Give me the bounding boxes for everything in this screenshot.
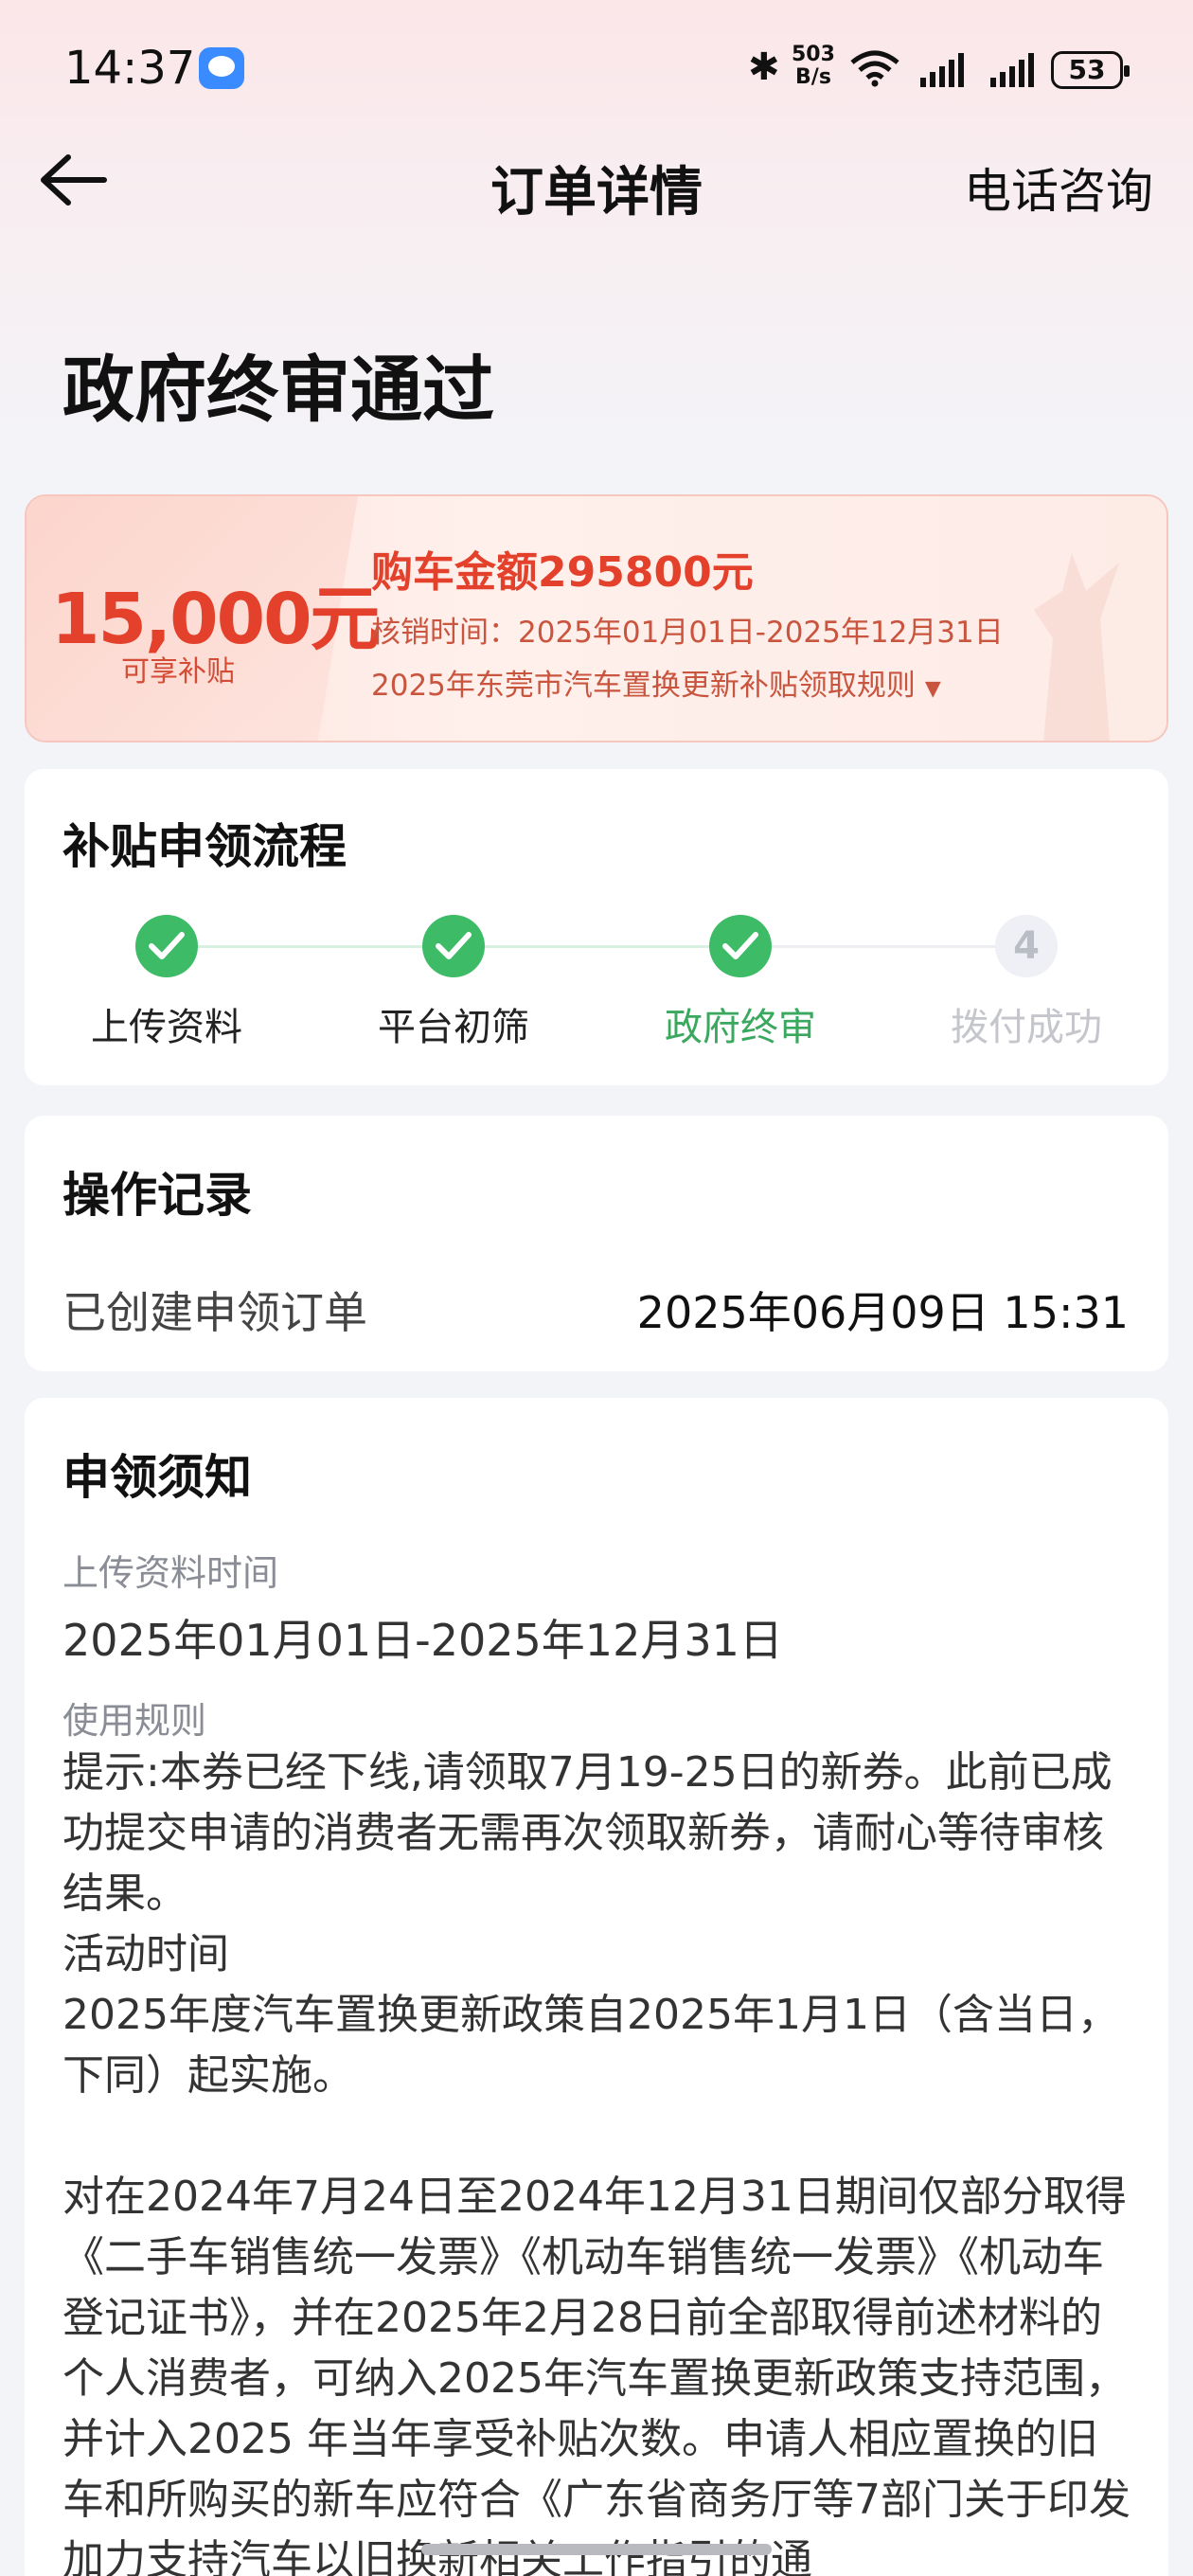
record-label: 已创建申领订单 — [62, 1287, 367, 1338]
step-connector-3 — [740, 945, 1026, 948]
upload-time-value: 2025年01月01日-2025年12月31日 — [62, 1615, 783, 1666]
step-connector-1 — [167, 945, 454, 948]
step-done-check-icon — [422, 915, 485, 977]
signal-icon-sim1 — [920, 53, 964, 87]
home-indicator[interactable] — [421, 2544, 772, 2555]
message-app-icon — [199, 47, 244, 89]
notice-title: 申领须知 — [62, 1450, 252, 1505]
step-label: 平台初筛 — [378, 1006, 529, 1049]
step-label-active: 政府终审 — [665, 1006, 816, 1049]
signal-icon-sim2 — [990, 53, 1034, 87]
phone-consult-button[interactable]: 电话咨询 — [964, 153, 1153, 222]
rules-text: 提示:本券已经下线,请领取7月19-25日的新券。此前已成功提交申请的消费者无需… — [62, 1748, 1131, 2576]
subsidy-amount-label: 可享补贴 — [121, 655, 235, 689]
rules-label: 使用规则 — [62, 1700, 207, 1742]
step-label: 上传资料 — [91, 1006, 242, 1049]
writeoff-period: 核销时间：2025年01月01日-2025年12月31日 — [371, 616, 1004, 650]
order-status-title: 政府终审通过 — [62, 348, 494, 432]
step-done-check-icon — [135, 915, 198, 977]
step-connector-2 — [454, 945, 740, 948]
triangle-down-icon: ▼ — [924, 677, 941, 701]
status-time: 14:37 — [64, 42, 196, 95]
landmark-illustration-icon — [1034, 553, 1119, 741]
record-time: 2025年06月09日 15:31 — [636, 1287, 1129, 1338]
back-arrow-icon[interactable] — [38, 152, 110, 208]
battery-indicator: 53 — [1051, 51, 1130, 89]
process-title: 补贴申领流程 — [62, 819, 347, 874]
wifi-icon — [850, 50, 899, 87]
upload-time-label: 上传资料时间 — [62, 1552, 279, 1594]
step-number-badge: 4 — [995, 915, 1058, 977]
step-label-pending: 拨付成功 — [951, 1006, 1102, 1049]
network-speed: 503 B/s — [792, 43, 835, 89]
records-title: 操作记录 — [62, 1168, 252, 1223]
bluetooth-icon: ✱ — [748, 45, 780, 89]
purchase-amount: 购车金额295800元 — [371, 548, 754, 597]
status-bar: 14:37 ✱ 503 B/s 53 — [0, 0, 1193, 142]
step-done-check-icon — [709, 915, 772, 977]
subsidy-card: 15,000元 可享补贴 购车金额295800元 核销时间：2025年01月01… — [25, 494, 1168, 742]
subsidy-rules-link-text: 2025年东莞市汽车置换更新补贴领取规则 — [371, 669, 916, 703]
subsidy-rules-link[interactable]: 2025年东莞市汽车置换更新补贴领取规则 ▼ — [371, 661, 941, 704]
